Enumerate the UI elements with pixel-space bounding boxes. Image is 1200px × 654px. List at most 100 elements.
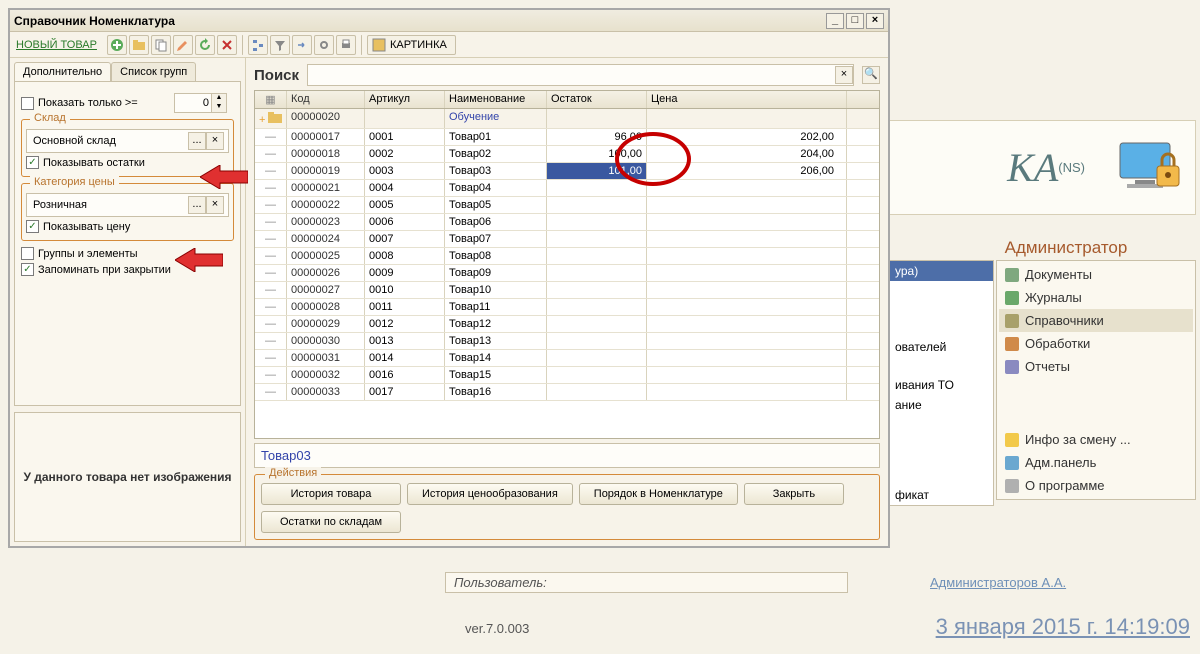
grid-header-icon[interactable]: ▦ <box>255 91 287 108</box>
bg-list-item[interactable]: ивания ТО <box>889 375 993 395</box>
table-row[interactable]: —000000310014Товар14 <box>255 350 879 367</box>
search-label: Поиск <box>254 67 299 84</box>
warehouse-select[interactable]: ... × <box>26 129 229 153</box>
table-row[interactable]: —000000240007Товар07 <box>255 231 879 248</box>
nav-shift-info[interactable]: Инфо за смену ... <box>999 428 1193 451</box>
table-row[interactable]: —000000190003Товар03101,00206,00 <box>255 163 879 180</box>
groups-elements-label: Группы и элементы <box>38 248 138 260</box>
clear-search-icon[interactable]: × <box>835 66 853 84</box>
add-icon[interactable] <box>107 35 127 55</box>
pricing-history-button[interactable]: История ценообразования <box>407 483 573 505</box>
price-category-select[interactable]: ... × <box>26 193 229 217</box>
nav-references[interactable]: Справочники <box>999 309 1193 332</box>
journal-icon <box>1005 291 1019 305</box>
print-icon[interactable] <box>336 35 356 55</box>
tab-additional[interactable]: Дополнительно <box>14 62 111 81</box>
show-balance-checkbox[interactable] <box>26 156 39 169</box>
table-row[interactable]: —000000180002Товар02100,00204,00 <box>255 146 879 163</box>
search-icon[interactable]: 🔍 <box>862 66 880 84</box>
bg-ref-list: ура) ователей ивания ТО ание фикат <box>888 260 994 506</box>
table-row[interactable]: —000000330017Товар16 <box>255 384 879 401</box>
table-row[interactable]: —000000250008Товар08 <box>255 248 879 265</box>
bg-list-item[interactable]: фикат <box>889 485 993 505</box>
show-price-checkbox[interactable] <box>26 220 39 233</box>
remember-label: Запоминать при закрытии <box>38 264 171 276</box>
ref-icon <box>1005 314 1019 328</box>
refresh-icon[interactable] <box>195 35 215 55</box>
settings-icon[interactable] <box>314 35 334 55</box>
about-icon <box>1005 479 1019 493</box>
table-row[interactable]: + 00000020Обучение <box>255 109 879 129</box>
table-row[interactable]: —000000320016Товар15 <box>255 367 879 384</box>
price-category-fieldset: Категория цены ... × Показывать цену <box>21 183 234 241</box>
add-folder-icon[interactable] <box>129 35 149 55</box>
app-logo-panel: KA (NS) <box>886 120 1196 215</box>
show-only-spinner[interactable]: ▲▼ <box>174 93 234 113</box>
bg-list-item[interactable]: ание <box>889 395 993 415</box>
main-nav: Документы Журналы Справочники Обработки … <box>996 260 1196 500</box>
new-item-link[interactable]: НОВЫЙ ТОВАР <box>16 39 97 51</box>
minimize-button[interactable]: _ <box>826 13 844 29</box>
nav-documents[interactable]: Документы <box>999 263 1193 286</box>
close-button[interactable]: × <box>866 13 884 29</box>
groups-elements-checkbox[interactable] <box>21 247 34 260</box>
move-icon[interactable] <box>292 35 312 55</box>
grid-header-name[interactable]: Наименование <box>445 91 547 108</box>
bg-list-item[interactable]: ователей <box>889 337 993 357</box>
spin-up-icon[interactable]: ▲ <box>212 94 226 103</box>
grid-header-price[interactable]: Цена <box>647 91 847 108</box>
ellipsis-button[interactable]: ... <box>188 196 206 214</box>
user-name[interactable]: Администраторов А.А. <box>930 575 1066 590</box>
table-row[interactable]: —000000300013Товар13 <box>255 333 879 350</box>
remember-checkbox[interactable] <box>21 263 34 276</box>
table-row[interactable]: —000000170001Товар0196,00202,00 <box>255 129 879 146</box>
side-panel: Дополнительно Список групп Показать толь… <box>10 58 246 546</box>
actions-panel: Действия История товара История ценообра… <box>254 474 880 540</box>
table-row[interactable]: —000000270010Товар10 <box>255 282 879 299</box>
clear-button[interactable]: × <box>206 132 224 150</box>
nav-processing[interactable]: Обработки <box>999 332 1193 355</box>
filter-icon[interactable] <box>270 35 290 55</box>
items-grid[interactable]: ▦ Код Артикул Наименование Остаток Цена … <box>254 90 880 439</box>
show-balance-label: Показывать остатки <box>43 157 145 169</box>
picture-button[interactable]: КАРТИНКА <box>367 35 456 55</box>
delete-icon[interactable] <box>217 35 237 55</box>
spin-down-icon[interactable]: ▼ <box>212 103 226 112</box>
ellipsis-button[interactable]: ... <box>188 132 206 150</box>
table-row[interactable]: —000000280011Товар11 <box>255 299 879 316</box>
grid-header-balance[interactable]: Остаток <box>547 91 647 108</box>
edit-icon[interactable] <box>173 35 193 55</box>
nav-about[interactable]: О программе <box>999 474 1193 497</box>
table-row[interactable]: —000000210004Товар04 <box>255 180 879 197</box>
close-action-button[interactable]: Закрыть <box>744 483 844 505</box>
copy-icon[interactable] <box>151 35 171 55</box>
nomenclature-order-button[interactable]: Порядок в Номенклатуре <box>579 483 738 505</box>
panel-icon <box>1005 456 1019 470</box>
datetime-label: 3 января 2015 г. 14:19:09 <box>936 614 1190 640</box>
item-history-button[interactable]: История товара <box>261 483 401 505</box>
search-input[interactable]: × <box>307 64 854 86</box>
table-row[interactable]: —000000230006Товар06 <box>255 214 879 231</box>
nav-admin-panel[interactable]: Адм.панель <box>999 451 1193 474</box>
maximize-button[interactable]: □ <box>846 13 864 29</box>
monitor-lock-icon <box>1115 138 1185 198</box>
table-row[interactable]: —000000290012Товар12 <box>255 316 879 333</box>
tab-groups[interactable]: Список групп <box>111 62 196 81</box>
clear-button[interactable]: × <box>206 196 224 214</box>
nav-reports[interactable]: Отчеты <box>999 355 1193 378</box>
nomenclature-window: Справочник Номенклатура _ □ × НОВЫЙ ТОВА… <box>8 8 890 548</box>
titlebar[interactable]: Справочник Номенклатура _ □ × <box>10 10 888 32</box>
bg-list-item[interactable]: ура) <box>889 261 993 281</box>
table-row[interactable]: —000000260009Товар09 <box>255 265 879 282</box>
grid-header-article[interactable]: Артикул <box>365 91 445 108</box>
doc-icon <box>1005 268 1019 282</box>
hierarchy-icon[interactable] <box>248 35 268 55</box>
table-row[interactable]: —000000220005Товар05 <box>255 197 879 214</box>
picture-icon <box>372 38 386 52</box>
nav-journals[interactable]: Журналы <box>999 286 1193 309</box>
image-preview: У данного товара нет изображения <box>14 412 241 542</box>
stock-by-warehouse-button[interactable]: Остатки по складам <box>261 511 401 533</box>
grid-header-code[interactable]: Код <box>287 91 365 108</box>
app-logo-ns: (NS) <box>1058 160 1085 175</box>
show-only-checkbox[interactable] <box>21 97 34 110</box>
